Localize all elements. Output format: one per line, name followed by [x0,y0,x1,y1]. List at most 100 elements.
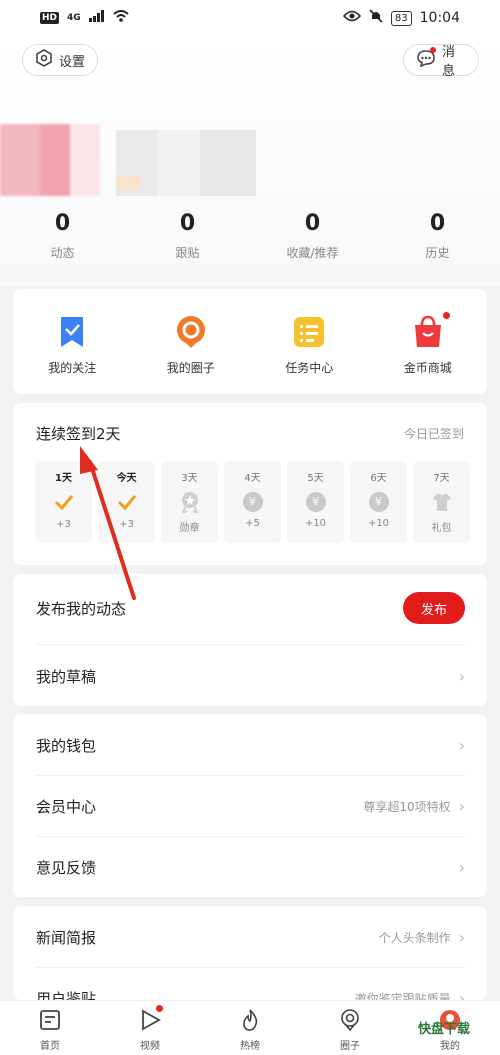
settings-hex-icon [35,49,53,71]
stat-value: 0 [304,211,321,236]
feedback-row[interactable]: 意见反馈 › [13,837,487,897]
checkin-day-6[interactable]: 6天 ¥ +10 [350,461,407,543]
nav-home[interactable]: 首页 [0,1001,100,1055]
checkin-days: 1天 +3 今天 +3 3天 勋章 4天 ¥ +5 5天 ¥ +10 6天 ¥ … [35,461,470,543]
wallet-label: 我的钱包 [36,736,97,755]
drafts-label: 我的草稿 [36,667,97,686]
messages-button[interactable]: 消息 [403,44,479,79]
coin-icon: ¥ [242,492,263,512]
news-brief-hint: 个人头条制作 [378,930,451,945]
nav-video[interactable]: 视频 [100,1001,200,1055]
circle-icon [174,315,208,349]
stat-history[interactable]: 0 历史 [375,210,500,261]
signal-icon [88,10,105,26]
stat-value: 0 [54,211,71,236]
stat-posts[interactable]: 0 动态 [0,210,125,261]
day-label: 4天 [244,473,261,484]
day-reward: +10 [367,518,390,529]
chevron-right-icon: › [458,666,465,686]
feedback-label: 意见反馈 [36,858,97,877]
nav-label: 首页 [40,1041,60,1052]
publish-post-row[interactable]: 发布我的动态 发布 [13,578,487,638]
day-reward: +3 [119,519,134,530]
quick-link-label: 任务中心 [285,361,334,375]
divider [36,644,465,645]
stat-comments[interactable]: 0 跟贴 [125,210,250,261]
notification-dot [441,311,451,320]
notification-dot [156,1005,163,1012]
quick-link-label: 我的圈子 [166,361,215,375]
vip-center-label: 会员中心 [36,797,97,816]
battery-level: 83 [390,10,412,26]
checkin-day-today[interactable]: 今天 +3 [98,461,155,543]
reviewer-row[interactable]: 用户鉴贴 邀你鉴定跟贴质量 › [13,968,487,1001]
publish-post-label: 发布我的动态 [36,599,127,618]
day-reward: 勋章 [179,523,200,534]
quick-link-circles[interactable]: 我的圈子 [132,289,251,394]
quick-link-label: 金币商城 [403,361,452,375]
nav-circles[interactable]: 圈子 [300,1001,400,1055]
username-blurred[interactable] [116,130,256,196]
publish-button[interactable]: 发布 [403,592,465,624]
checkin-day-3[interactable]: 3天 勋章 [161,461,218,543]
quick-link-coin-mall[interactable]: 金币商城 [369,289,488,394]
chat-bubble-icon [416,47,436,71]
quick-link-tasks[interactable]: 任务中心 [250,289,369,394]
checkin-status: 今日已签到 [403,427,464,441]
vip-hint: 尊享超10项特权 [363,799,451,814]
nav-label: 圈子 [340,1041,360,1052]
quick-link-following[interactable]: 我的关注 [13,289,132,394]
checkmark-icon [53,491,75,513]
day-reward: 礼包 [431,523,452,534]
task-list-icon [292,315,326,349]
posts-card: 发布我的动态 发布 我的草稿 › [13,574,487,706]
site-watermark: 快盘下载 [418,1022,471,1037]
wifi-icon [113,10,129,26]
mute-bell-icon [369,9,383,27]
news-brief-row[interactable]: 新闻简报 个人头条制作 › [13,907,487,967]
clock: 10:04 [419,10,460,26]
chevron-right-icon: › [458,796,465,816]
stat-value: 0 [429,211,446,236]
checkin-day-5[interactable]: 5天 ¥ +10 [287,461,344,543]
coin-icon: ¥ [368,492,389,512]
day-reward: +5 [245,518,260,529]
checkin-day-1[interactable]: 1天 +3 [35,461,92,543]
day-reward: +3 [56,519,71,530]
checkin-title: 连续签到2天 [36,425,121,443]
stat-label: 跟贴 [175,246,200,260]
nav-label: 我的 [440,1041,460,1052]
day-label: 5天 [307,473,324,484]
day-label: 1天 [55,473,72,484]
extras-card: 新闻简报 个人头条制作 › 用户鉴贴 邀你鉴定跟贴质量 › [13,906,487,1000]
stat-label: 历史 [425,246,450,260]
location-circle-icon [339,1009,361,1035]
chevron-right-icon: › [458,988,465,1001]
avatar[interactable] [0,124,100,196]
settings-label: 设置 [59,54,86,70]
chevron-right-icon: › [458,927,465,947]
coin-icon: ¥ [305,492,326,512]
vip-center-row[interactable]: 会员中心 尊享超10项特权 › [13,776,487,836]
stat-value: 0 [179,211,196,236]
stat-favorites[interactable]: 0 收藏/推荐 [250,210,375,261]
day-reward: +10 [304,518,327,529]
drafts-row[interactable]: 我的草稿 › [13,646,487,706]
checkmark-icon [116,491,138,513]
checkin-card: 连续签到2天 今日已签到 1天 +3 今天 +3 3天 勋章 4天 ¥ +5 5… [13,403,487,565]
nav-label: 热榜 [240,1041,260,1052]
reviewer-label: 用户鉴贴 [36,989,97,1001]
day-label: 3天 [181,473,198,484]
checkin-day-4[interactable]: 4天 ¥ +5 [224,461,281,543]
nav-hot-list[interactable]: 热榜 [200,1001,300,1055]
news-brief-label: 新闻简报 [36,928,97,947]
day-label: 7天 [433,473,450,484]
quick-link-label: 我的关注 [48,361,97,375]
checkin-day-7[interactable]: 7天 礼包 [413,461,470,543]
signal-type: 4G [67,13,81,23]
message-unread-dot [430,47,436,53]
shopping-bag-icon [411,311,451,349]
wallet-row[interactable]: 我的钱包 › [13,715,487,775]
settings-button[interactable]: 设置 [22,44,98,76]
day-label: 6天 [370,473,387,484]
